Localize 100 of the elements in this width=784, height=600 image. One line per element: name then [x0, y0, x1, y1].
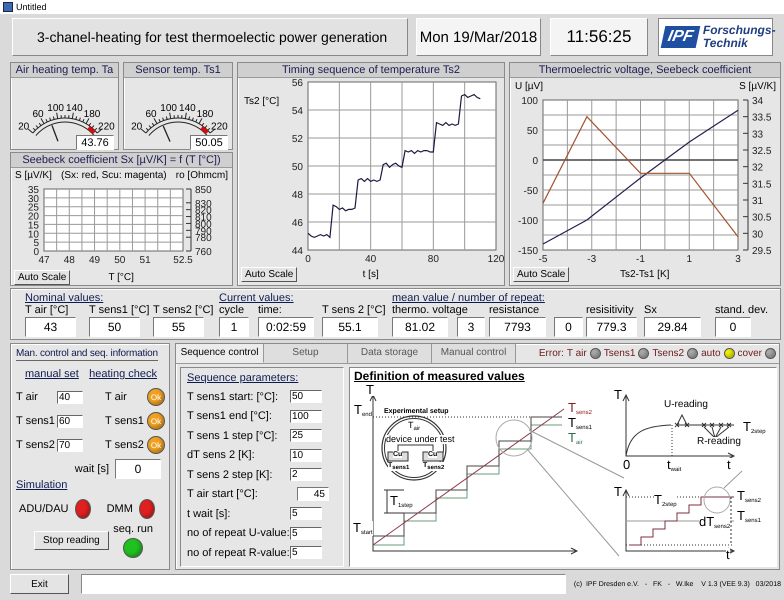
- diagram-label: t$_{wait}$: [667, 458, 682, 473]
- field-label: T air: [16, 391, 39, 403]
- tab[interactable]: Data storage: [348, 344, 432, 363]
- indicator-label: Tsens1: [604, 348, 636, 359]
- diagram-label: T$_{sens2}$: [737, 489, 761, 504]
- error-label: Error:: [538, 348, 564, 359]
- diagram-label: 0: [623, 458, 630, 471]
- scale-label: 180: [83, 109, 100, 120]
- panel-title: Sensor temp. Ts1: [124, 63, 232, 78]
- scale-label: 20: [18, 121, 29, 132]
- tab[interactable]: Manual control: [432, 344, 516, 363]
- diagram-label: T$_{sens1}$: [568, 416, 592, 431]
- section-heading: Simulation: [16, 479, 68, 491]
- tick-label: 31: [752, 196, 764, 207]
- scale-label: 220: [211, 121, 228, 132]
- tick-label: 56: [292, 78, 303, 89]
- input-field[interactable]: 70: [57, 438, 83, 452]
- axis-label: U [µV]: [515, 81, 543, 92]
- group-heading: Nominal values:: [25, 292, 104, 304]
- input-field[interactable]: 60: [57, 414, 83, 428]
- value-display: 1: [219, 317, 249, 337]
- auto-scale-button[interactable]: Auto Scale: [513, 266, 570, 282]
- tick-label: 15: [28, 220, 39, 232]
- field-label: T sens1 end [°C]:: [187, 410, 273, 422]
- value-display: 45: [297, 487, 329, 502]
- diagram-title: Definition of measured values: [353, 369, 526, 383]
- value-display: 3: [457, 317, 485, 337]
- tab[interactable]: Setup: [264, 344, 348, 363]
- scale-label: 220: [98, 121, 114, 132]
- lamp-label: seq. run: [113, 523, 153, 535]
- tick-label: 30: [28, 194, 39, 205]
- value-display: 0: [715, 317, 751, 337]
- tick-label: 3: [735, 254, 741, 264]
- axis-label: Ts2-Ts1 [K]: [618, 268, 670, 280]
- value-display: 55: [153, 317, 204, 337]
- logo-text: Technik: [702, 37, 748, 50]
- tick-label: 33.5: [752, 112, 772, 124]
- input-field[interactable]: 5: [290, 546, 322, 560]
- input-field[interactable]: 5: [290, 526, 322, 540]
- field-label: T sens1 [°C]: [89, 304, 150, 317]
- diagram-label: T$_{2step}$: [654, 493, 677, 508]
- input-field[interactable]: 10: [290, 448, 322, 462]
- tick-label: 47: [38, 255, 50, 266]
- field-label: time:: [258, 304, 282, 317]
- tick-label: 31.5: [752, 179, 772, 190]
- stop-reading-button[interactable]: Stop reading: [34, 531, 109, 550]
- scale-label: 100: [46, 102, 64, 114]
- input-field[interactable]: 100: [290, 410, 322, 423]
- tick-label: 5: [33, 238, 39, 250]
- tick-label: 29.5: [752, 246, 772, 257]
- tick-label: 50: [292, 162, 303, 173]
- tick-label: 46: [292, 218, 303, 229]
- tick-label: 52: [292, 134, 303, 145]
- diagram-label: T$_{air}$: [408, 421, 420, 432]
- auto-scale-button[interactable]: Auto Scale: [14, 270, 70, 284]
- tick-label: -5: [538, 254, 548, 264]
- field-label: dT sens 2 [K]:: [187, 449, 256, 462]
- tick-label: 0: [305, 254, 311, 264]
- tick-label: 10: [28, 229, 39, 240]
- status-lamp: Ok: [147, 436, 165, 454]
- panel-title: Air heating temp. Ta: [11, 63, 118, 78]
- exit-button[interactable]: Exit: [10, 574, 69, 594]
- tick-label: 0: [532, 156, 538, 167]
- scale-label: 20: [131, 121, 142, 132]
- tick-label: 40: [365, 254, 376, 264]
- input-field[interactable]: 25: [290, 429, 322, 442]
- auto-scale-button[interactable]: Auto Scale: [241, 266, 298, 282]
- value-display: 43: [25, 317, 76, 337]
- lamp-label: ADU/DAU: [19, 503, 69, 515]
- diagram-label: R-reading: [697, 437, 741, 447]
- tick-label: 50: [114, 255, 126, 266]
- field-label: cycle: [219, 304, 244, 317]
- field-label: wait [s]: [74, 463, 109, 475]
- input-field[interactable]: 40: [57, 390, 83, 404]
- tick-label: 20: [28, 212, 39, 223]
- tick-label: 44: [292, 246, 303, 257]
- tick-label: 54: [292, 106, 303, 117]
- tab[interactable]: Sequence control: [176, 344, 264, 363]
- scale-label: 180: [196, 109, 214, 120]
- value-display: 0: [554, 317, 583, 337]
- tick-label: 35: [28, 185, 39, 196]
- section-heading: Sequence parameters:: [187, 372, 300, 384]
- input-field[interactable]: 50: [290, 390, 322, 404]
- tick-label: 32: [752, 162, 764, 174]
- column-heading: heating check: [89, 368, 157, 380]
- tick-label: 50: [526, 126, 538, 137]
- tick-label: 120: [488, 254, 504, 264]
- input-field[interactable]: 5: [290, 507, 322, 520]
- value-display: 29.84: [644, 317, 701, 337]
- input-field[interactable]: 2: [290, 468, 322, 482]
- field-label: T air: [105, 391, 128, 403]
- field-label: T sens1: [105, 415, 145, 427]
- tick-label: -150: [518, 246, 538, 257]
- field-label: T sens 1 step [°C]:: [187, 430, 278, 442]
- axis-label: T [°C]: [107, 272, 135, 282]
- diagram-label: device under test: [386, 435, 455, 444]
- diagram-label: U-reading: [664, 400, 708, 410]
- scale-label: 100: [160, 102, 177, 114]
- panel-title: Thermoelectric voltage, Seebeck coefficient: [510, 63, 780, 78]
- tick-label: 48: [292, 190, 303, 201]
